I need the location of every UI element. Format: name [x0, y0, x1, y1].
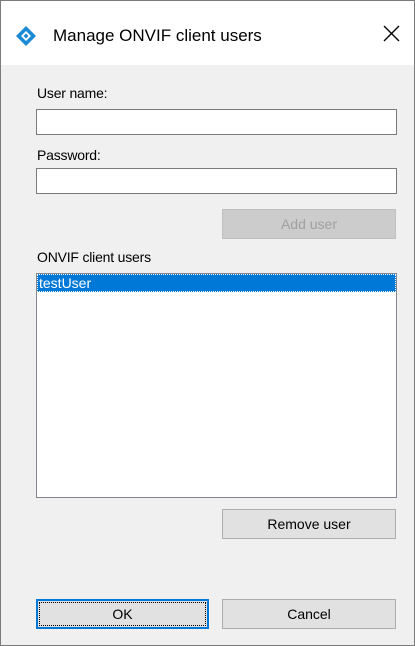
users-list-label: ONVIF client users — [37, 249, 151, 265]
title-bar[interactable]: Manage ONVIF client users — [1, 1, 414, 65]
close-button[interactable] — [368, 15, 414, 55]
list-item[interactable]: testUser — [37, 274, 396, 292]
add-user-button[interactable]: Add user — [222, 209, 396, 239]
diamond-app-icon — [15, 25, 37, 47]
window-title: Manage ONVIF client users — [53, 26, 262, 45]
close-icon — [383, 25, 400, 45]
password-label: Password: — [37, 147, 101, 163]
cancel-button[interactable]: Cancel — [222, 599, 396, 629]
remove-user-button[interactable]: Remove user — [222, 509, 396, 539]
users-listbox[interactable]: testUser — [36, 273, 397, 498]
username-label: User name: — [37, 85, 108, 101]
ok-button-label: OK — [112, 606, 133, 622]
username-field[interactable] — [36, 109, 397, 135]
manage-onvif-users-dialog: Manage ONVIF client users User name: Pas… — [0, 0, 415, 646]
ok-button[interactable]: OK — [36, 599, 209, 629]
password-field[interactable] — [36, 168, 397, 194]
